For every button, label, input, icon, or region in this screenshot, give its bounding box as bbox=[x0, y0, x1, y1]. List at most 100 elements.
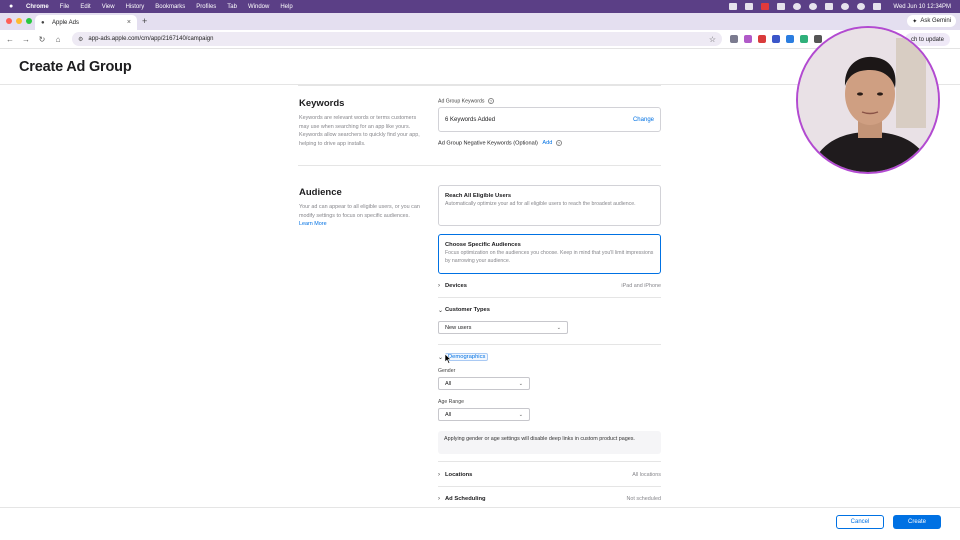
status-area: Wed Jun 10 12:34PM bbox=[729, 3, 951, 10]
ad-scheduling-expander[interactable]: › Ad Scheduling Not scheduled bbox=[438, 494, 661, 504]
menu-profiles[interactable]: Profiles bbox=[196, 4, 216, 10]
option-description: Automatically optimize your ad for all e… bbox=[445, 201, 636, 207]
add-negative-keywords-link[interactable]: Add bbox=[542, 140, 552, 146]
audience-section-title: Audience bbox=[299, 187, 342, 198]
home-icon[interactable]: ⌂ bbox=[50, 35, 66, 44]
spotlight-search-icon[interactable] bbox=[857, 3, 866, 10]
browser-toolbar: ← → ↻ ⌂ ⚙ app-ads.apple.com/cm/app/21671… bbox=[0, 30, 960, 49]
extension-icon-4[interactable] bbox=[772, 35, 780, 43]
age-range-label: Age Range bbox=[438, 399, 464, 405]
expander-label: Locations bbox=[445, 472, 473, 478]
customer-types-expander[interactable]: ⌄ Customer Types bbox=[438, 305, 661, 315]
learn-more-link[interactable]: Learn More bbox=[299, 221, 327, 227]
site-info-icon[interactable]: ⚙ bbox=[78, 36, 83, 43]
section-divider bbox=[298, 85, 661, 86]
extension-icon-5[interactable] bbox=[786, 35, 794, 43]
menu-window[interactable]: Window bbox=[248, 4, 269, 10]
mouse-pointer-icon bbox=[444, 354, 452, 364]
video-icon[interactable] bbox=[745, 3, 754, 10]
url-text[interactable]: app-ads.apple.com/cm/app/2167140/campaig… bbox=[88, 36, 213, 42]
gender-select[interactable]: All ⌄ bbox=[438, 377, 530, 390]
row-divider bbox=[438, 486, 661, 487]
option-description: Focus optimization on the audiences you … bbox=[445, 250, 654, 265]
zoom-window-button[interactable] bbox=[26, 18, 32, 24]
ad-group-keywords-label-text: Ad Group Keywords bbox=[438, 98, 485, 105]
menu-view[interactable]: View bbox=[102, 4, 115, 10]
select-value: All bbox=[445, 380, 452, 387]
apple-menu-icon[interactable]: ● bbox=[9, 3, 19, 10]
help-icon[interactable]: ? bbox=[487, 98, 494, 104]
menu-tab[interactable]: Tab bbox=[227, 4, 237, 10]
page-title: Create Ad Group bbox=[19, 59, 132, 75]
forward-arrow-icon[interactable]: → bbox=[18, 35, 34, 44]
form-footer: Cancel Create bbox=[0, 507, 960, 540]
expander-value: Not scheduled bbox=[626, 496, 661, 502]
eye-icon[interactable] bbox=[809, 3, 818, 10]
extension-status-icon[interactable] bbox=[761, 3, 770, 10]
create-button[interactable]: Create bbox=[893, 515, 941, 529]
browser-tab-strip: ● Apple Ads × + ✦ Ask Gemini bbox=[0, 13, 960, 30]
customer-types-select[interactable]: New users ⌄ bbox=[438, 321, 568, 334]
menu-app-chrome[interactable]: Chrome bbox=[26, 4, 49, 10]
wifi-icon[interactable] bbox=[841, 3, 850, 10]
help-icon[interactable]: ? bbox=[555, 140, 562, 146]
change-keywords-link[interactable]: Change bbox=[633, 117, 654, 123]
menu-bookmarks[interactable]: Bookmarks bbox=[155, 4, 185, 10]
tab-close-icon[interactable]: × bbox=[127, 19, 131, 26]
menu-history[interactable]: History bbox=[126, 4, 145, 10]
menubar-clock[interactable]: Wed Jun 10 12:34PM bbox=[893, 4, 951, 10]
choose-specific-audiences-option[interactable]: Choose Specific Audiences Focus optimiza… bbox=[438, 234, 661, 274]
control-center-icon[interactable] bbox=[873, 3, 882, 10]
demographics-expander[interactable]: ⌄ Demographics bbox=[438, 352, 661, 362]
gemini-icon: ✦ bbox=[912, 18, 918, 25]
extension-icon-1[interactable] bbox=[730, 35, 738, 43]
close-window-button[interactable] bbox=[6, 18, 12, 24]
gender-label: Gender bbox=[438, 368, 456, 374]
bookmark-star-icon[interactable]: ☆ bbox=[709, 35, 716, 44]
age-range-select[interactable]: All ⌄ bbox=[438, 408, 530, 421]
expander-label: Devices bbox=[445, 283, 467, 289]
ad-group-keywords-label: Ad Group Keywords ? bbox=[438, 98, 494, 104]
menu-file[interactable]: File bbox=[60, 4, 70, 10]
row-divider bbox=[438, 344, 661, 345]
keywords-description: Keywords are relevant words or terms cus… bbox=[299, 115, 420, 147]
window-controls bbox=[6, 18, 32, 24]
new-tab-icon[interactable]: + bbox=[142, 16, 147, 26]
select-value: All bbox=[445, 411, 452, 418]
screen-record-icon[interactable] bbox=[729, 3, 738, 10]
option-title: Reach All Eligible Users bbox=[445, 193, 512, 199]
macos-menu-bar: ● Chrome File Edit View History Bookmark… bbox=[0, 0, 960, 13]
menu-help[interactable]: Help bbox=[280, 4, 292, 10]
reach-all-users-option[interactable]: Reach All Eligible Users Automatically o… bbox=[438, 185, 661, 226]
cancel-button[interactable]: Cancel bbox=[836, 515, 884, 529]
extension-icon-6[interactable] bbox=[800, 35, 808, 43]
cloud-icon[interactable] bbox=[793, 3, 802, 10]
option-title: Choose Specific Audiences bbox=[445, 242, 521, 248]
expander-label: Customer Types bbox=[445, 307, 490, 313]
ask-gemini-button[interactable]: ✦ Ask Gemini bbox=[907, 15, 956, 27]
row-divider bbox=[438, 297, 661, 298]
presenter-video-image bbox=[798, 28, 938, 172]
extension-icon-2[interactable] bbox=[744, 35, 752, 43]
reload-icon[interactable]: ↻ bbox=[34, 35, 50, 44]
expander-value: iPad and iPhone bbox=[621, 283, 661, 289]
locations-expander[interactable]: › Locations All locations bbox=[438, 470, 661, 480]
minimize-window-button[interactable] bbox=[16, 18, 22, 24]
browser-tab-apple-ads[interactable]: ● Apple Ads × bbox=[35, 15, 137, 30]
negative-keywords-label: Ad Group Negative Keywords (Optional) bbox=[438, 140, 538, 147]
extensions-puzzle-icon[interactable] bbox=[814, 35, 822, 43]
menu-edit[interactable]: Edit bbox=[80, 4, 90, 10]
demographics-notice: Applying gender or age settings will dis… bbox=[438, 431, 661, 454]
negative-keywords-row: Ad Group Negative Keywords (Optional) Ad… bbox=[438, 140, 562, 146]
back-arrow-icon[interactable]: ← bbox=[2, 35, 18, 44]
keywords-summary-box: 6 Keywords Added Change bbox=[438, 107, 661, 132]
keywords-count: 6 Keywords Added bbox=[445, 116, 496, 123]
audience-description-text: Your ad can appear to all eligible users… bbox=[299, 204, 420, 219]
battery-icon[interactable] bbox=[777, 3, 786, 10]
devices-expander[interactable]: › Devices iPad and iPhone bbox=[438, 281, 661, 291]
battery-level-icon[interactable] bbox=[825, 3, 834, 10]
extension-icon-3[interactable] bbox=[758, 35, 766, 43]
chevron-right-icon: › bbox=[438, 496, 440, 502]
address-bar[interactable]: ⚙ app-ads.apple.com/cm/app/2167140/campa… bbox=[72, 32, 722, 46]
tab-title: Apple Ads bbox=[52, 19, 80, 26]
